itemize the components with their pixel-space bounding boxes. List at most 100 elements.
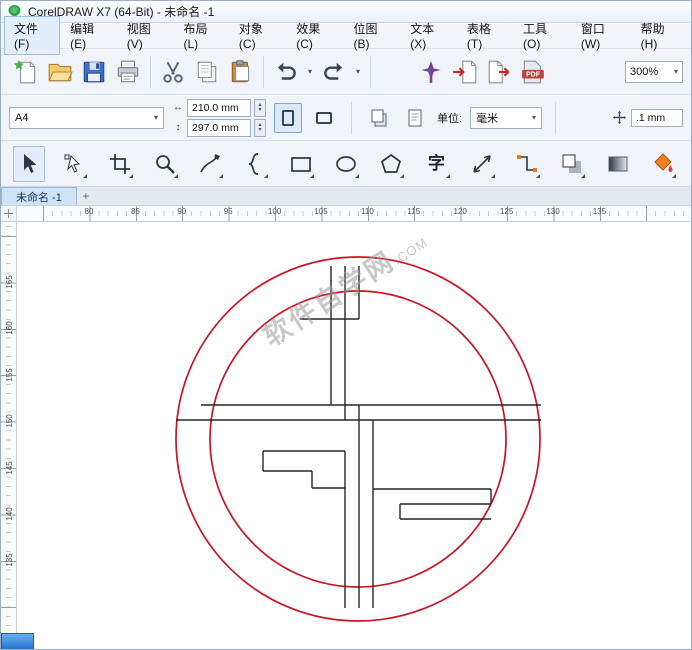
- page-height-spinner[interactable]: ▴ ▾: [254, 118, 266, 137]
- connector-tool-icon: [517, 154, 538, 172]
- open-folder-icon: [48, 63, 73, 81]
- menu-file[interactable]: 文件(F): [4, 16, 61, 55]
- zoom-tool-icon: [155, 154, 175, 174]
- rectangle-tool[interactable]: [285, 146, 317, 182]
- fill-tool-icon: [654, 152, 673, 172]
- ruler-origin-button[interactable]: [1, 206, 17, 222]
- transparency-tool[interactable]: [602, 146, 634, 182]
- interactive-fill-tool[interactable]: [647, 146, 679, 182]
- page-width-value: 210.0 mm: [192, 101, 239, 114]
- h-ruler-number: 125: [499, 207, 514, 216]
- menu-object[interactable]: 对象(C): [229, 16, 286, 55]
- drop-shadow-tool[interactable]: [556, 146, 588, 182]
- h-ruler-number: 105: [314, 207, 328, 216]
- undo-button[interactable]: [269, 54, 303, 90]
- menu-view[interactable]: 视图(V): [117, 16, 174, 55]
- print-icon: [117, 60, 139, 82]
- save-icon: [83, 61, 105, 82]
- h-ruler-number: 80: [84, 207, 94, 216]
- freehand-tool[interactable]: [194, 146, 226, 182]
- new-document-icon: [14, 59, 36, 83]
- page-width-input[interactable]: 210.0 mm: [187, 98, 251, 117]
- crop-tool[interactable]: [104, 146, 136, 182]
- menu-window[interactable]: 窗口(W): [571, 16, 631, 55]
- pdf-label: PDF: [526, 71, 541, 78]
- menu-layout[interactable]: 布局(L): [173, 16, 228, 55]
- paper-size-select[interactable]: A4 ▾: [9, 106, 164, 129]
- all-pages-icon: [371, 109, 387, 126]
- polygon-tool[interactable]: [375, 146, 407, 182]
- import-button[interactable]: [448, 54, 482, 90]
- current-page-icon: [408, 109, 422, 126]
- menu-tools[interactable]: 工具(O): [513, 16, 571, 55]
- page-width-spinner[interactable]: ▴ ▾: [254, 98, 266, 117]
- landscape-button[interactable]: [310, 103, 338, 133]
- menu-bitmaps[interactable]: 位图(B): [344, 16, 401, 55]
- crop-tool-icon: [109, 153, 130, 174]
- connector-tool[interactable]: [511, 146, 543, 182]
- undo-dropdown[interactable]: ▾: [303, 54, 317, 90]
- zoom-level-select[interactable]: 300% ▾: [625, 60, 683, 83]
- h-ruler-number: 85: [130, 207, 140, 216]
- horizontal-ruler[interactable]: 80 85 90 95 100 105 110 115 120 125 130 135: [17, 206, 691, 222]
- page-width-icon: ↔: [173, 102, 183, 113]
- drawing-canvas[interactable]: 软件自学网.COM: [17, 222, 691, 633]
- vertical-ruler[interactable]: 165 160 155 150 145 140 135: [1, 222, 17, 633]
- drop-shadow-icon: [562, 154, 582, 173]
- menubar: 文件(F) 编辑(E) 视图(V) 布局(L) 对象(C) 效果(C) 位图(B…: [1, 16, 691, 55]
- units-label: 单位:: [437, 112, 463, 125]
- document-tab[interactable]: 未命名 -1: [1, 187, 77, 205]
- ruler-origin-icon: [4, 209, 13, 218]
- shape-tool-icon: [64, 154, 81, 173]
- menu-table[interactable]: 表格(T): [457, 16, 513, 55]
- logo-circle[interactable]: [209, 290, 507, 588]
- export-button[interactable]: [482, 54, 516, 90]
- nudge-distance-input[interactable]: .1 mm: [631, 108, 683, 127]
- h-ruler-number: 130: [546, 207, 560, 216]
- page-height-input[interactable]: 297.0 mm: [187, 118, 251, 137]
- all-pages-button[interactable]: [365, 103, 393, 133]
- redo-button[interactable]: [317, 54, 351, 90]
- v-ruler-number: 150: [5, 414, 15, 428]
- new-tab-button[interactable]: +: [77, 187, 95, 205]
- current-page-button[interactable]: [401, 103, 429, 133]
- dimension-tool[interactable]: [466, 146, 498, 182]
- save-button[interactable]: [77, 54, 111, 90]
- export-icon: [488, 60, 510, 83]
- text-tool[interactable]: 字: [421, 146, 453, 182]
- toolbar-separator: [263, 55, 264, 88]
- workspace: 165 160 155 150 145 140 135 软件自学网.COM: [1, 222, 691, 633]
- smart-drawing-tool[interactable]: [239, 146, 271, 182]
- toolbar-separator: [150, 55, 151, 88]
- property-bar: A4 ▾ ↔ 210.0 mm ▴ ▾ ↕ 297.0 mm ▴ ▾ 单位: 毫…: [1, 95, 691, 141]
- chevron-down-icon: ▾: [673, 66, 678, 76]
- publish-pdf-button[interactable]: PDF: [516, 54, 550, 90]
- redo-dropdown[interactable]: ▾: [351, 54, 365, 90]
- paste-button[interactable]: [224, 54, 258, 90]
- pick-tool[interactable]: [13, 145, 45, 182]
- horizontal-scrollbar-thumb[interactable]: [1, 633, 34, 649]
- v-ruler-number: 165: [5, 275, 15, 289]
- menu-effects[interactable]: 效果(C): [286, 16, 343, 55]
- cut-button[interactable]: [156, 54, 190, 90]
- zoom-level-value: 300%: [630, 65, 659, 78]
- rectangle-tool-icon: [290, 156, 311, 172]
- shape-tool[interactable]: [58, 146, 90, 182]
- pick-tool-icon: [24, 153, 37, 173]
- zoom-tool[interactable]: [149, 146, 181, 182]
- welcome-screen-button[interactable]: [414, 54, 448, 90]
- menu-help[interactable]: 帮助(H): [631, 16, 688, 55]
- new-document-button[interactable]: [9, 54, 43, 90]
- plus-icon: +: [82, 189, 90, 203]
- open-button[interactable]: [43, 54, 77, 90]
- portrait-button[interactable]: [274, 102, 302, 133]
- paste-icon: [231, 59, 250, 82]
- menu-text[interactable]: 文本(X): [400, 16, 457, 55]
- units-select[interactable]: 毫米 ▾: [470, 106, 543, 129]
- logo-circle[interactable]: [175, 256, 541, 622]
- print-button[interactable]: [111, 54, 145, 90]
- menu-edit[interactable]: 编辑(E): [60, 16, 117, 55]
- copy-button[interactable]: [190, 54, 224, 90]
- ellipse-tool[interactable]: [330, 146, 362, 182]
- ruler-row: 80 85 90 95 100 105 110 115 120 125 130 135: [1, 206, 691, 222]
